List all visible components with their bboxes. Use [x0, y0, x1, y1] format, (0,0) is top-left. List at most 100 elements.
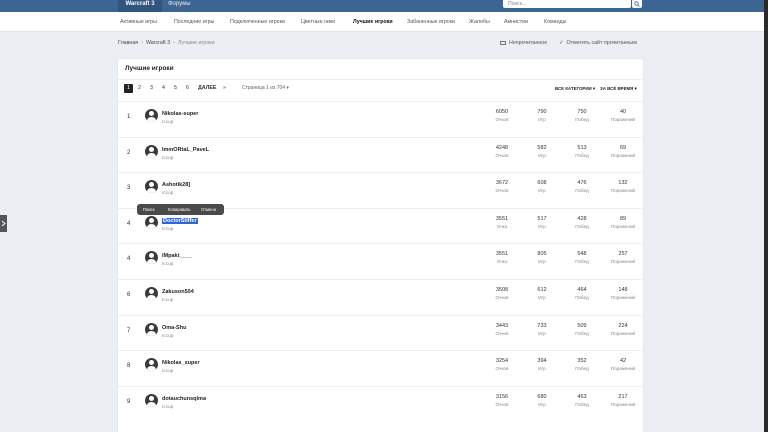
- player-rank: 7: [127, 327, 131, 334]
- last-page-icon[interactable]: »: [223, 84, 226, 93]
- page-1[interactable]: 1: [124, 84, 133, 93]
- breadcrumb-home[interactable]: Главная: [118, 40, 138, 46]
- stat-value: 257: [618, 251, 628, 258]
- breadcrumb-current: Лучшие игроки: [177, 40, 215, 46]
- player-name[interactable]: dotauchunsqlma: [162, 396, 206, 402]
- stat-losses: 40 Поражений: [603, 109, 643, 123]
- stat-value: 790: [537, 109, 547, 115]
- table-row: 7 Oma-Shu Iccup 3443 Очков 733 Игр 509 Побед 224 П…: [118, 314, 643, 351]
- avatar[interactable]: [145, 144, 158, 158]
- stat-label: Игр: [538, 152, 546, 158]
- subnav-recent-games[interactable]: Последние игры: [174, 12, 214, 32]
- avatar[interactable]: [145, 109, 158, 122]
- avatar[interactable]: [145, 215, 158, 229]
- mark-read-link[interactable]: ✓ Отметить сайт прочитанным: [559, 40, 637, 46]
- avatar[interactable]: [145, 322, 158, 336]
- stat-points: 3672 Очков: [482, 180, 522, 194]
- page-5[interactable]: 5: [171, 84, 180, 93]
- avatar[interactable]: [145, 358, 158, 372]
- panel-title: Лучшие игроки: [125, 65, 174, 72]
- stat-label: Игр: [538, 330, 546, 336]
- subnav-top-players[interactable]: Лучшие игроки: [353, 12, 393, 32]
- avatar[interactable]: [145, 393, 158, 407]
- stat-label: Очков: [495, 366, 509, 372]
- player-name[interactable]: Nikolas_super: [162, 360, 200, 366]
- stat-label: Поражений: [610, 223, 636, 229]
- stat-label: Игр: [538, 223, 546, 229]
- player-name[interactable]: DoctorStiffer: [162, 217, 198, 224]
- stat-losses: 257 Поражений: [603, 251, 643, 265]
- table-row: 2 ImmORtaL_PaveL Iccup 4248 Очков 582 Игр 513 По…: [118, 136, 643, 173]
- subnav-banned-players[interactable]: Забаненные игроки: [407, 12, 455, 32]
- subnav-teams[interactable]: Команды: [544, 12, 566, 32]
- player-rank: 8: [127, 363, 131, 370]
- subnav-colored-nicks[interactable]: Цветные ники: [301, 12, 335, 32]
- player-rank: 4: [127, 220, 131, 227]
- stat-value: 42: [619, 358, 627, 365]
- stat-wins: 750 Побед: [562, 109, 602, 123]
- table-row: 3 Ashotik28] Iccup 3672 Очков 608 Игр 476 Побед 1…: [118, 172, 643, 208]
- stat-value: 517: [537, 215, 547, 222]
- player-name[interactable]: Zakuson504: [162, 289, 194, 295]
- stat-label: Побед: [575, 117, 589, 122]
- avatar[interactable]: [145, 251, 158, 265]
- stat-points: 3508 Очков: [482, 287, 522, 301]
- top-bar: Warcraft 3 Форумы Поиск...: [0, 0, 768, 12]
- subnav-complaints[interactable]: Жалобы: [469, 12, 490, 32]
- stat-wins: 509 Побед: [562, 323, 602, 337]
- nav-tab-forums[interactable]: Форумы: [168, 0, 191, 12]
- chevron-right-icon: [1, 220, 6, 227]
- stat-value: 733: [537, 322, 547, 329]
- stat-losses: 132 Поражений: [603, 180, 643, 194]
- side-expand-tab[interactable]: [0, 215, 7, 232]
- breadcrumb: Главная › Warcraft 3 › Лучшие игроки: [118, 40, 215, 46]
- page-3[interactable]: 3: [147, 84, 156, 93]
- subnav-active-games[interactable]: Активные игры: [120, 12, 157, 32]
- unread-link[interactable]: Непрочитанное: [500, 40, 547, 46]
- period-filter[interactable]: ЗА ВСЁ ВРЕМЯ ▾: [600, 85, 637, 93]
- nav-tab-warcraft3[interactable]: Warcraft 3: [118, 0, 162, 12]
- stat-label: Побед: [575, 259, 589, 265]
- page-jump-dropdown[interactable]: Страница 1 из 704 ▾: [242, 84, 289, 93]
- stat-value: 805: [537, 251, 547, 258]
- stat-label: Побед: [575, 188, 589, 194]
- player-name[interactable]: iMpakt____: [162, 253, 192, 259]
- next-page-button[interactable]: ДАЛЕЕ: [198, 84, 216, 93]
- stat-value: 612: [537, 287, 547, 293]
- player-rank: 2: [127, 149, 131, 156]
- stat-label: Поражений: [610, 366, 636, 372]
- player-name[interactable]: Nikolas-super: [162, 111, 198, 117]
- player-name[interactable]: ImmORtaL_PaveL: [162, 147, 209, 153]
- stat-label: Игр: [538, 117, 546, 122]
- stat-wins: 464 Побед: [562, 287, 602, 301]
- search-icon[interactable]: [632, 0, 642, 8]
- stat-games: 805 Игр: [522, 251, 562, 265]
- stat-label: Очков: [495, 330, 509, 336]
- page-6[interactable]: 6: [183, 84, 192, 93]
- subnav-connected-players[interactable]: Подключенные игроки: [230, 12, 285, 32]
- context-copy[interactable]: Копировать: [168, 204, 191, 215]
- stat-value: 582: [537, 144, 547, 151]
- subnav-amnesty[interactable]: Амнистии: [504, 12, 528, 32]
- table-row: 1 Nikolas-super Iccup 6050 Очков 790 Игр 750 Поб…: [118, 101, 643, 137]
- context-search[interactable]: Поиск: [143, 204, 155, 215]
- stat-label: Очков: [495, 295, 509, 300]
- avatar[interactable]: [145, 180, 158, 194]
- stat-label: Игр: [538, 188, 546, 194]
- player-name[interactable]: Ashotik28]: [162, 182, 190, 188]
- avatar[interactable]: [145, 287, 158, 300]
- table-row: 9 dotauchunsqlma Iccup 3156 Очков 680 Игр 463 По…: [118, 385, 643, 422]
- page-4[interactable]: 4: [159, 84, 168, 93]
- stat-value: 352: [577, 358, 587, 365]
- stat-games: 582 Игр: [522, 145, 562, 159]
- category-filter[interactable]: ВСЕ КАТЕГОРИИ ▾: [555, 85, 595, 93]
- player-name[interactable]: Oma-Shu: [162, 325, 186, 331]
- stat-label: Побед: [575, 366, 589, 372]
- stat-label: Игр: [538, 295, 546, 300]
- stat-wins: 463 Побед: [562, 394, 602, 408]
- breadcrumb-section[interactable]: Warcraft 3: [146, 40, 170, 46]
- search-input[interactable]: Поиск...: [503, 0, 631, 8]
- context-cancel[interactable]: Отмена: [201, 204, 216, 215]
- stat-value: 4248: [495, 144, 509, 151]
- page-2[interactable]: 2: [135, 84, 144, 93]
